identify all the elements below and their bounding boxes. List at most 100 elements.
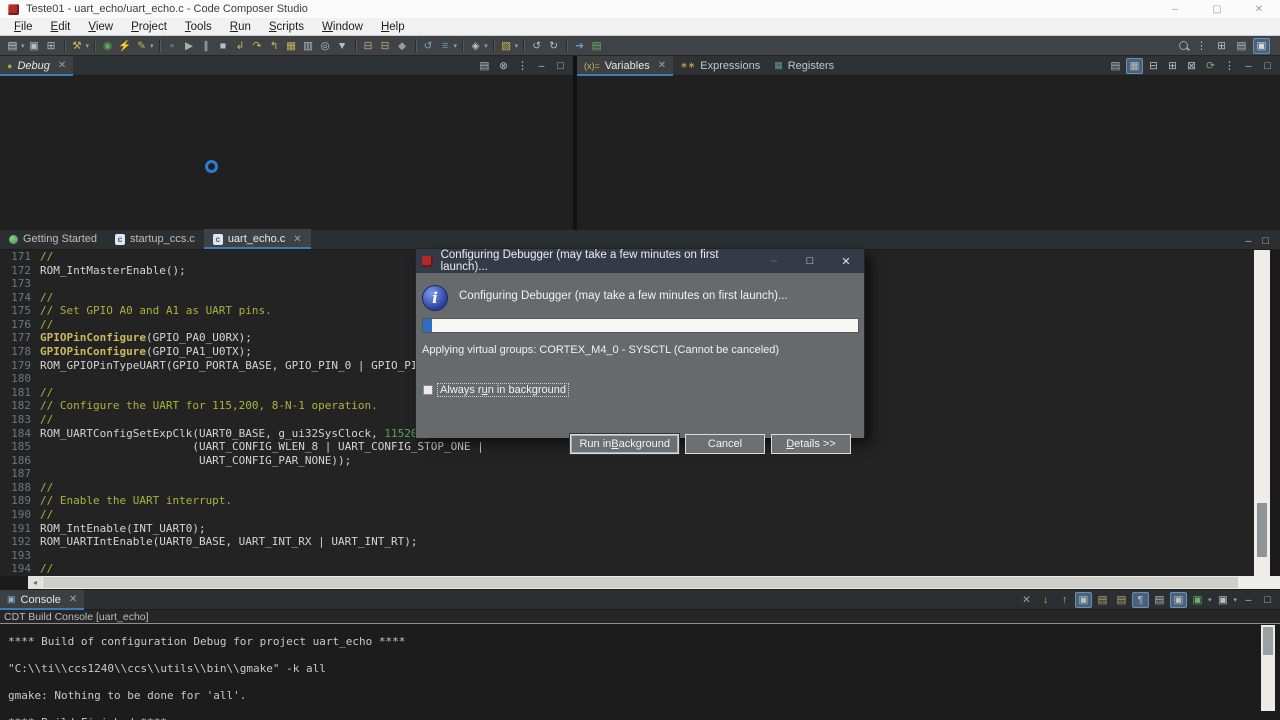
scrollbar-thumb[interactable] [43, 577, 1238, 588]
editor-tab-uart-echo-c[interactable]: c uart_echo.c ✕ [203, 229, 311, 249]
dropdown-arrow-icon[interactable]: ▾ [86, 42, 90, 50]
maximize-button[interactable]: ▢ [1196, 0, 1238, 18]
highlight-pencil-icon[interactable]: ✎ [133, 38, 150, 54]
minimize-view-icon[interactable]: – [1240, 58, 1257, 74]
minimize-view-icon[interactable]: – [533, 58, 550, 74]
display-selected-console-icon[interactable]: ▣ [1189, 592, 1206, 608]
debug-perspective-icon[interactable]: ▣ [1253, 37, 1270, 54]
maximize-view-icon[interactable]: □ [1257, 233, 1274, 249]
scroll-lock-icon[interactable]: ▣ [1074, 591, 1092, 608]
menu-edit[interactable]: Edit [42, 20, 80, 34]
pin-console-icon[interactable]: ▣ [1169, 591, 1187, 608]
tab-debug[interactable]: ● Debug ✕ [0, 55, 74, 76]
minimize-view-icon[interactable]: – [1240, 592, 1257, 608]
new-file-icon[interactable]: ▤ [4, 38, 21, 54]
layout-icon[interactable]: ▦ [1126, 57, 1143, 74]
cancel-button[interactable]: Cancel [685, 434, 765, 454]
editor-tab-getting-started[interactable]: Getting Started [0, 229, 106, 249]
dialog-close-button[interactable]: ✕ [828, 249, 864, 273]
screenshot-icon[interactable]: ▤ [588, 38, 605, 54]
close-icon[interactable]: ✕ [58, 60, 66, 71]
forward-icon[interactable]: ➔ [571, 38, 588, 54]
dropdown-arrow-icon[interactable]: ▾ [1233, 596, 1237, 604]
filter-icon[interactable]: ≡ [437, 38, 454, 54]
dropdown-arrow-icon[interactable]: ▾ [484, 42, 488, 50]
menu-project[interactable]: Project [122, 20, 176, 34]
dialog-minimize-button[interactable]: – [756, 249, 792, 273]
tab-variables[interactable]: (x)= Variables ✕ [577, 55, 674, 76]
always-run-label[interactable]: Always run in background [437, 383, 569, 397]
terminate-icon[interactable]: ■ [215, 38, 232, 54]
show-console-when-stderr-icon[interactable]: ▤ [1113, 592, 1130, 608]
close-icon[interactable]: ✕ [658, 60, 666, 71]
details-button[interactable]: Details >> [771, 434, 851, 454]
disconnect-icon[interactable]: ⊗ [495, 58, 512, 74]
console-view-icon[interactable]: ▤ [476, 58, 493, 74]
restore-icon[interactable]: ↺ [420, 38, 437, 54]
dropdown-arrow-icon[interactable]: ▾ [21, 42, 25, 50]
scroll-to-bottom-icon[interactable]: ↓ [1037, 592, 1054, 608]
dropdown-arrow-icon[interactable]: ▾ [454, 42, 458, 50]
editor-horizontal-scrollbar[interactable]: ◂ [28, 576, 1270, 589]
open-console-icon[interactable]: ▣ [1214, 592, 1231, 608]
tab-registers[interactable]: ▦ Registers [767, 56, 841, 76]
suspend-icon[interactable]: ∥ [198, 38, 215, 54]
editor-tab-startup-ccs-c[interactable]: c startup_ccs.c [106, 229, 204, 249]
refresh-icon[interactable]: ⟳ [1202, 58, 1219, 74]
view-menu-icon[interactable]: ⋮ [1221, 58, 1238, 74]
menu-scripts[interactable]: Scripts [260, 20, 313, 34]
edit-perspective-icon[interactable]: ▤ [1233, 38, 1250, 54]
menu-tools[interactable]: Tools [176, 20, 221, 34]
close-icon[interactable]: ✕ [69, 594, 77, 605]
overflow-icon[interactable]: ⋮ [1193, 38, 1210, 54]
run-in-background-button[interactable]: Run in Background [570, 434, 679, 454]
registers-grid-icon[interactable]: ▦ [283, 38, 300, 54]
scroll-to-top-icon[interactable]: ↑ [1056, 592, 1073, 608]
connect-target-icon[interactable]: ▫ [164, 38, 181, 54]
step-into-icon[interactable]: ↲ [232, 38, 249, 54]
close-icon[interactable]: ✕ [293, 234, 301, 245]
save-icon[interactable]: ▣ [26, 38, 43, 54]
dropdown-arrow-icon[interactable]: ▾ [150, 42, 154, 50]
pin-icon[interactable]: ▼ [334, 38, 351, 54]
tab-console[interactable]: ▣ Console ✕ [0, 589, 85, 610]
show-columns-icon[interactable]: ▤ [1107, 58, 1124, 74]
view-menu-icon[interactable]: ⋮ [514, 58, 531, 74]
editor-vertical-scrollbar[interactable] [1254, 250, 1270, 576]
word-wrap-icon[interactable]: ¶ [1131, 591, 1149, 608]
scrollbar-thumb[interactable] [1257, 503, 1267, 557]
resume-icon[interactable]: ▶ [181, 38, 198, 54]
scroll-left-arrow[interactable]: ◂ [28, 576, 42, 589]
package-icon[interactable]: ▧ [498, 38, 515, 54]
build-hammer-icon[interactable]: ⚒ [69, 38, 86, 54]
open-log-icon[interactable]: ▤ [1151, 592, 1168, 608]
dropdown-arrow-icon[interactable]: ▾ [515, 42, 519, 50]
maximize-view-icon[interactable]: □ [552, 58, 569, 74]
always-run-checkbox[interactable] [423, 385, 433, 395]
maximize-view-icon[interactable]: □ [1259, 58, 1276, 74]
menu-file[interactable]: File [5, 20, 42, 34]
save-all-icon[interactable]: ⊞ [43, 38, 60, 54]
dialog-title-bar[interactable]: Configuring Debugger (may take a few min… [416, 249, 864, 273]
step-over-icon[interactable]: ↷ [249, 38, 266, 54]
menu-view[interactable]: View [79, 20, 122, 34]
import-icon[interactable]: ⊞ [1164, 58, 1181, 74]
console-vertical-scrollbar[interactable] [1261, 625, 1275, 711]
debug-launch-icon[interactable]: ◉ [99, 38, 116, 54]
undo-icon[interactable]: ↺ [528, 38, 545, 54]
trace-icon[interactable]: ◆ [394, 38, 411, 54]
tab-expressions[interactable]: ∗∗ Expressions [673, 56, 767, 76]
step-return-icon[interactable]: ↰ [266, 38, 283, 54]
show-console-when-stdout-icon[interactable]: ▤ [1094, 592, 1111, 608]
open-perspective-icon[interactable]: ⊞ [1213, 38, 1230, 54]
bookmark-icon[interactable]: ◈ [467, 38, 484, 54]
dialog-maximize-button[interactable]: □ [792, 249, 828, 273]
menu-run[interactable]: Run [221, 20, 260, 34]
redo-icon[interactable]: ↻ [545, 38, 562, 54]
scrollbar-thumb[interactable] [1263, 627, 1273, 655]
minimize-view-icon[interactable]: – [1240, 233, 1257, 249]
dropdown-arrow-icon[interactable]: ▾ [1208, 596, 1212, 604]
flash-icon[interactable]: ⚡ [116, 38, 133, 54]
clear-console-icon[interactable]: ✕ [1018, 592, 1035, 608]
maximize-view-icon[interactable]: □ [1259, 592, 1276, 608]
